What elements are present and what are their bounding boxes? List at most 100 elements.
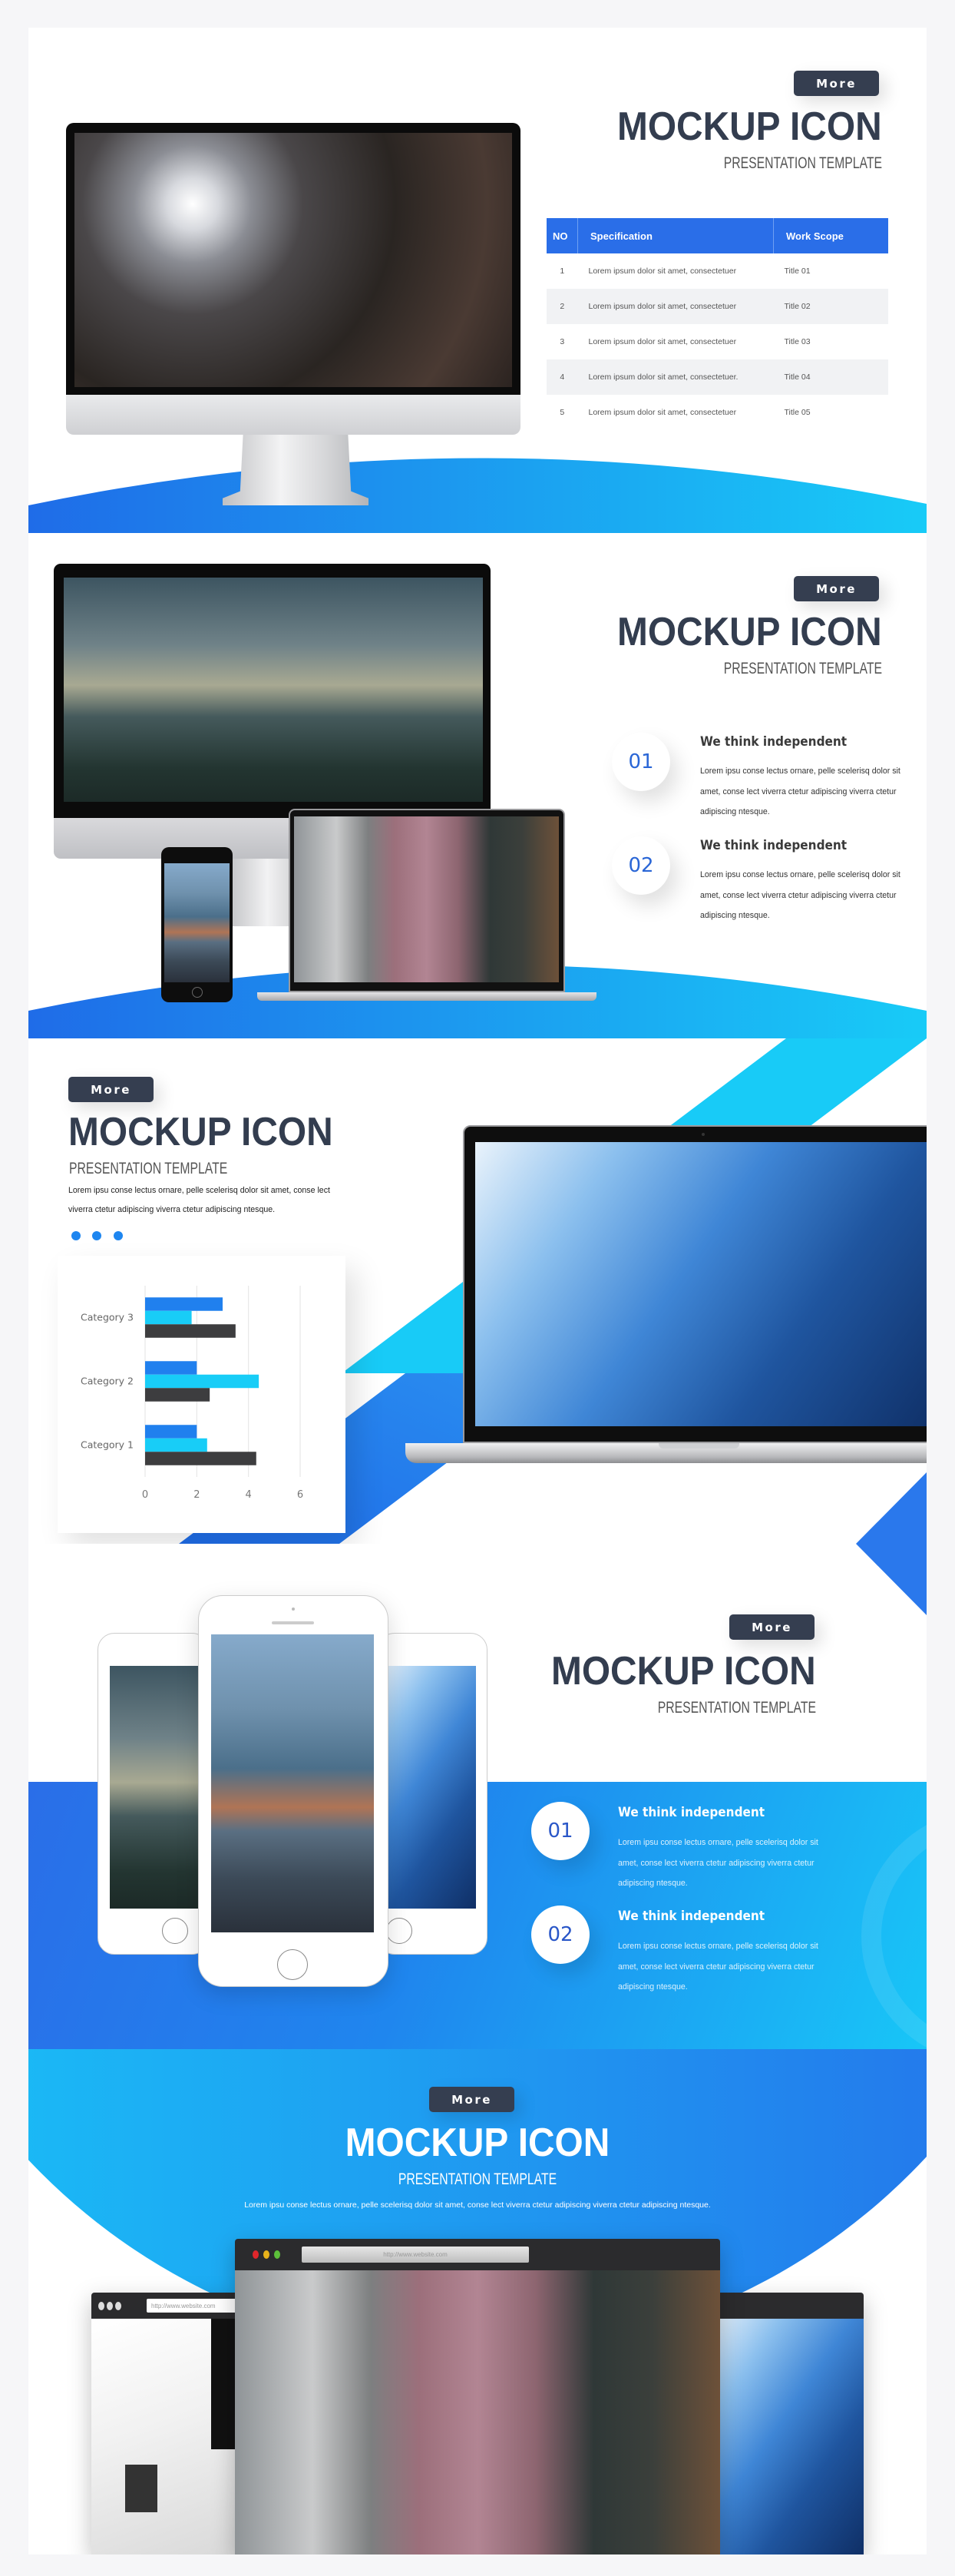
table-row: 3 Lorem ipsum dolor sit amet, consectetue…	[547, 324, 888, 359]
bar-category-1-series-2	[145, 1438, 207, 1452]
cell-work-scope: Title 02	[773, 289, 888, 324]
window-control-icon[interactable]	[98, 2302, 104, 2310]
cell-no: 4	[547, 359, 578, 395]
address-bar[interactable]: http://www.website.com	[147, 2299, 245, 2313]
bar-category-2-series-3	[145, 1388, 210, 1402]
photo-man-in-suit	[235, 2270, 720, 2554]
home-button-icon	[277, 1949, 308, 1980]
browser-window-center: http://www.website.com	[235, 2239, 720, 2554]
cell-no: 3	[560, 337, 565, 346]
table-row: 5 Lorem ipsum dolor sit amet, consectetue…	[547, 395, 888, 430]
laptop-notch	[659, 1443, 739, 1449]
window-maximize-icon[interactable]	[274, 2250, 280, 2259]
cell-specification: Lorem ipsum dolor sit amet, consectetuer	[588, 337, 737, 346]
table-row: 4 Lorem ipsum dolor sit amet, consectetue…	[547, 359, 888, 395]
dot-icon	[92, 1231, 101, 1240]
page-subtitle: PRESENTATION TEMPLATE	[657, 1699, 816, 1717]
more-button[interactable]: More	[794, 71, 879, 96]
window-minimize-icon[interactable]	[263, 2250, 269, 2259]
category-label: Category 1	[81, 1439, 134, 1451]
more-button[interactable]: More	[729, 1614, 815, 1640]
address-bar[interactable]: http://www.website.com	[302, 2247, 529, 2263]
feature-heading: We think independent	[700, 838, 848, 853]
step-number-badge: 01	[531, 1802, 590, 1860]
window-control-icon[interactable]	[107, 2302, 113, 2310]
feature-heading: We think independent	[618, 1909, 765, 1924]
photo-city-skyline	[110, 1666, 210, 1909]
feature-description: Lorem ipsu conse lectus ornare, pelle sc…	[618, 1838, 818, 1888]
page-title: MOCKUP ICON	[345, 2121, 610, 2165]
cell-specification: Lorem ipsum dolor sit amet, consectetuer…	[577, 359, 774, 395]
table-row: 2 Lorem ipsum dolor sit amet, consectetue…	[547, 289, 888, 324]
cell-no: 2	[547, 289, 578, 324]
photo-man-in-suit	[294, 816, 559, 982]
imac-chin	[66, 395, 520, 435]
cell-specification: Lorem ipsum dolor sit amet, consectetuer	[577, 289, 774, 324]
home-button-icon	[386, 1918, 412, 1944]
laptop-base	[257, 992, 596, 1001]
column-header-work-scope: Work Scope	[773, 218, 888, 253]
bar-category-3-series-3	[145, 1324, 236, 1338]
page-title: MOCKUP ICON	[617, 610, 882, 654]
slide-5-browsers: More MOCKUP ICON PRESENTATION TEMPLATE L…	[28, 2049, 927, 2554]
bar-chart: 0 2 4 6 Category 1 Category 2 Category 3	[81, 1286, 303, 1501]
photo-skyscrapers-sky	[378, 1666, 476, 1909]
imac-stand	[223, 435, 368, 505]
x-tick-label: 0	[142, 1489, 148, 1501]
photo-city-skyline	[64, 578, 483, 802]
column-header-specification: Specification	[577, 218, 774, 253]
speaker-icon	[272, 1621, 314, 1624]
home-button-icon	[162, 1918, 188, 1944]
bar-category-1-series-1	[145, 1425, 197, 1439]
slide-3-chart: More MOCKUP ICON PRESENTATION TEMPLATE L…	[28, 1038, 927, 1544]
feature-heading: We think independent	[700, 734, 848, 750]
step-number-badge: 01	[612, 733, 670, 791]
photo-desk-pen-holder	[91, 2319, 245, 2554]
slide-4-phones: More MOCKUP ICON PRESENTATION TEMPLATE 0…	[28, 1544, 927, 2049]
category-label: Category 2	[81, 1376, 134, 1387]
feature-description: Lorem ipsu conse lectus ornare, pelle sc…	[700, 767, 900, 816]
column-header-no: NO	[547, 218, 578, 253]
smartphone-mockup-center	[198, 1595, 388, 1987]
cell-no: 5	[560, 408, 565, 417]
intro-paragraph: Lorem ipsu conse lectus ornare, pelle sc…	[68, 1186, 330, 1214]
feature-heading: We think independent	[618, 1805, 765, 1820]
cell-work-scope: Title 05	[784, 408, 811, 417]
more-button[interactable]: More	[68, 1077, 154, 1102]
page-title: MOCKUP ICON	[551, 1649, 816, 1694]
page-subtitle: PRESENTATION TEMPLATE	[398, 2170, 557, 2188]
slide-1-table: More MOCKUP ICON PRESENTATION TEMPLATE N…	[28, 28, 927, 533]
slide-2-devices: More MOCKUP ICON PRESENTATION TEMPLATE 0…	[28, 533, 927, 1038]
imac-mockup	[66, 123, 520, 505]
cell-specification: Lorem ipsum dolor sit amet, consectetuer	[588, 408, 737, 417]
dot-icon	[114, 1231, 123, 1240]
bar-category-2-series-1	[145, 1361, 197, 1375]
cell-no: 1	[560, 267, 565, 276]
cell-work-scope: Title 03	[784, 337, 811, 346]
chart-panel: 0 2 4 6 Category 1 Category 2 Category 3	[58, 1256, 345, 1533]
x-tick-label: 4	[246, 1489, 252, 1501]
window-close-icon[interactable]	[253, 2250, 259, 2259]
bar-category-3-series-1	[145, 1297, 223, 1311]
feature-description: Lorem ipsu conse lectus ornare, pelle sc…	[700, 870, 900, 920]
cell-work-scope: Title 04	[773, 359, 888, 395]
smartphone-mockup	[161, 847, 233, 1002]
smartphone-mockup-left	[97, 1633, 210, 1955]
specification-table: NO Specification Work Scope 1 Lorem ipsum…	[547, 218, 888, 430]
more-button[interactable]: More	[794, 576, 879, 601]
step-number-badge: 02	[531, 1906, 590, 1964]
photo-skyscrapers-sky	[475, 1142, 927, 1426]
laptop-mockup	[405, 1125, 927, 1465]
bar-category-1-series-3	[145, 1452, 256, 1465]
dot-icon	[71, 1231, 81, 1240]
camera-icon	[292, 1608, 295, 1611]
photo-moscow-city	[211, 1634, 374, 1932]
photo-moscow-city	[164, 863, 230, 982]
page-title: MOCKUP ICON	[617, 104, 882, 149]
step-number-badge: 02	[612, 836, 670, 895]
more-button[interactable]: More	[429, 2087, 514, 2112]
cell-work-scope: Title 01	[784, 267, 811, 276]
page-subtitle: PRESENTATION TEMPLATE	[723, 154, 882, 172]
cell-specification: Lorem ipsum dolor sit amet, consectetuer	[588, 267, 737, 276]
window-control-icon[interactable]	[115, 2302, 121, 2310]
